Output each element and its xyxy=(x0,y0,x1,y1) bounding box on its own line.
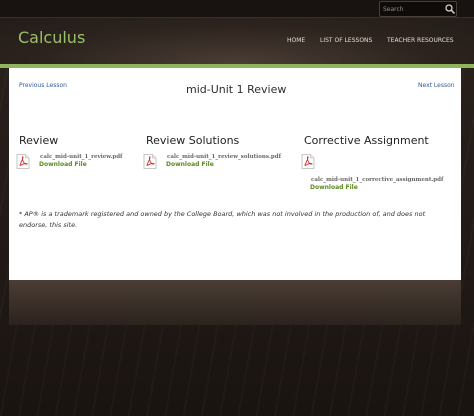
top-bar xyxy=(0,0,474,18)
file-name: calc_mid-unit_1_review_solutions.pdf xyxy=(167,154,281,160)
file-name: calc_mid-unit_1_corrective_assignment.pd… xyxy=(311,177,444,183)
section-heading-corrective-assignment: Corrective Assignment xyxy=(304,134,429,147)
pdf-file-icon[interactable] xyxy=(301,154,315,169)
site-header: Calculus HOME LIST OF LESSONS TEACHER RE… xyxy=(0,18,474,64)
section-heading-review: Review xyxy=(19,134,59,147)
magnifier-icon[interactable] xyxy=(444,3,456,15)
previous-lesson-link[interactable]: Previous Lesson xyxy=(19,82,67,89)
nav-list-of-lessons[interactable]: LIST OF LESSONS xyxy=(320,37,372,44)
file-name: calc_mid-unit_1_review.pdf xyxy=(40,154,123,160)
pdf-file-icon[interactable] xyxy=(16,154,30,169)
site-title[interactable]: Calculus xyxy=(18,28,85,47)
pdf-file-icon[interactable] xyxy=(143,154,157,169)
nav-teacher-resources[interactable]: TEACHER RESOURCES xyxy=(387,37,454,44)
download-file-link[interactable]: Download File xyxy=(310,184,358,191)
nav-home[interactable]: HOME xyxy=(287,37,305,44)
content-area: Previous Lesson Next Lesson mid-Unit 1 R… xyxy=(9,68,461,280)
page-title: mid-Unit 1 Review xyxy=(186,83,287,96)
download-file-link[interactable]: Download File xyxy=(166,161,214,168)
download-file-link[interactable]: Download File xyxy=(39,161,87,168)
search-box xyxy=(379,1,457,17)
footer-band xyxy=(9,280,461,325)
next-lesson-link[interactable]: Next Lesson xyxy=(418,82,455,89)
search-input[interactable] xyxy=(383,2,435,16)
section-heading-review-solutions: Review Solutions xyxy=(146,134,240,147)
trademark-note: * AP® is a trademark registered and owne… xyxy=(19,210,426,229)
